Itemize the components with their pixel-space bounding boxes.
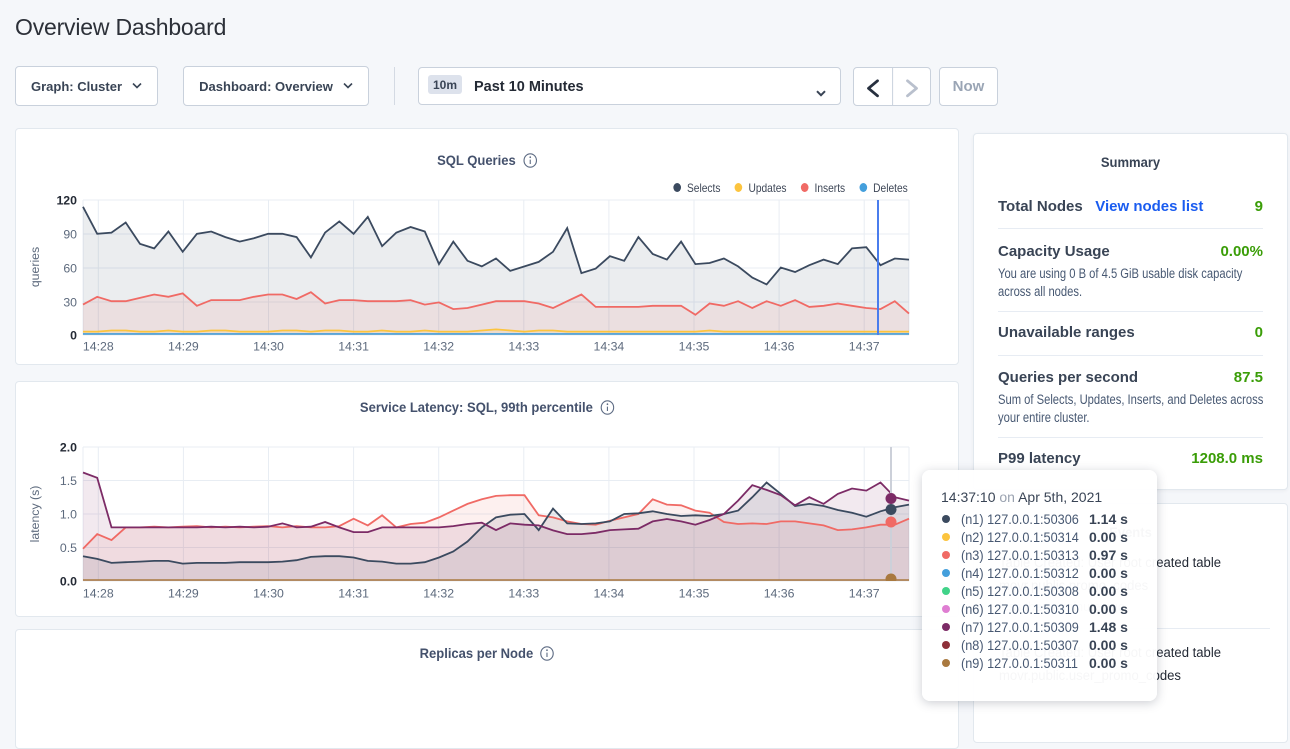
svg-text:14:31: 14:31 <box>338 587 369 601</box>
svg-text:0: 0 <box>70 329 77 343</box>
svg-text:latency (s): latency (s) <box>28 486 42 543</box>
svg-text:1.0: 1.0 <box>60 508 77 522</box>
svg-text:120: 120 <box>56 194 77 208</box>
svg-text:14:36: 14:36 <box>764 587 795 601</box>
svg-text:14:33: 14:33 <box>508 340 539 354</box>
svg-text:90: 90 <box>63 228 77 242</box>
svg-text:14:29: 14:29 <box>168 587 199 601</box>
svg-text:14:30: 14:30 <box>253 340 284 354</box>
svg-text:2.0: 2.0 <box>60 441 77 455</box>
svg-text:14:32: 14:32 <box>423 340 454 354</box>
svg-text:0.0: 0.0 <box>60 575 77 589</box>
svg-text:60: 60 <box>63 262 77 276</box>
svg-text:30: 30 <box>63 296 77 310</box>
svg-text:0.5: 0.5 <box>60 541 77 555</box>
svg-text:14:34: 14:34 <box>594 587 625 601</box>
svg-text:queries: queries <box>28 247 42 287</box>
svg-text:14:29: 14:29 <box>168 340 199 354</box>
svg-text:14:32: 14:32 <box>423 587 454 601</box>
svg-text:14:28: 14:28 <box>83 340 114 354</box>
svg-text:14:28: 14:28 <box>83 587 114 601</box>
svg-text:14:34: 14:34 <box>594 340 625 354</box>
svg-text:14:36: 14:36 <box>764 340 795 354</box>
svg-text:14:33: 14:33 <box>508 587 539 601</box>
svg-text:14:31: 14:31 <box>338 340 369 354</box>
svg-text:1.5: 1.5 <box>60 474 77 488</box>
svg-text:14:37: 14:37 <box>849 340 880 354</box>
svg-text:14:30: 14:30 <box>253 587 284 601</box>
svg-text:14:35: 14:35 <box>679 587 710 601</box>
svg-text:14:37: 14:37 <box>849 587 880 601</box>
svg-text:14:35: 14:35 <box>679 340 710 354</box>
